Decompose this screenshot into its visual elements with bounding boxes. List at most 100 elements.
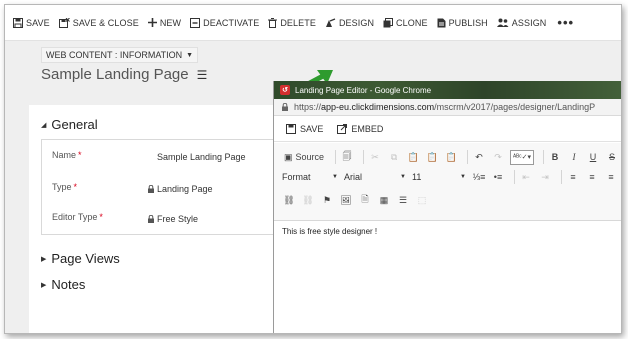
- link-icon[interactable]: ⛓: [282, 193, 296, 207]
- url-path: /mscrm/v2017/pages/designer/LandingP: [434, 102, 596, 112]
- assign-button[interactable]: ASSIGN: [496, 18, 547, 28]
- embed-label: EMBED: [351, 123, 384, 134]
- section-general[interactable]: ◢ General: [41, 117, 98, 132]
- name-field[interactable]: Sample Landing Page: [157, 152, 246, 162]
- delete-button[interactable]: DELETE: [268, 17, 316, 28]
- deactivate-icon: [190, 17, 201, 28]
- address-bar[interactable]: https://app-eu.clickdimensions.com/mscrm…: [274, 99, 621, 116]
- section-notes-label: Notes: [51, 277, 86, 292]
- section-general-label: General: [51, 117, 98, 132]
- image-icon[interactable]: 🖼: [339, 193, 353, 207]
- numbered-list-icon[interactable]: ⅓≡: [472, 170, 486, 184]
- toolbar-separator: [363, 150, 365, 164]
- section-page-views[interactable]: ▶ Page Views: [41, 251, 120, 266]
- field-label-name: Name *: [52, 150, 82, 160]
- more-commands-button[interactable]: •••: [557, 15, 574, 30]
- plus-icon: [147, 18, 157, 27]
- strikethrough-icon[interactable]: S: [605, 150, 619, 164]
- caret-down-icon: ▼: [186, 51, 194, 59]
- document-icon[interactable]: 🗎: [358, 193, 372, 207]
- toolbar-separator: [335, 150, 337, 164]
- underline-icon[interactable]: U: [586, 150, 600, 164]
- design-icon: [325, 17, 336, 27]
- dropdown-arrow-icon: ▼: [332, 174, 338, 180]
- command-bar: SAVE SAVE & CLOSE NEW DEACTIVATE DELETE …: [5, 5, 621, 41]
- horizontal-rule-icon[interactable]: ☰: [396, 193, 410, 207]
- show-blocks-icon[interactable]: ⬚: [415, 193, 429, 207]
- unlink-icon[interactable]: ⛓: [301, 193, 315, 207]
- editor-save-label: SAVE: [300, 123, 324, 134]
- embed-button[interactable]: EMBED: [337, 123, 384, 134]
- chrome-title-bar[interactable]: ↺ Landing Page Editor - Google Chrome: [274, 81, 621, 99]
- editor-save-button[interactable]: SAVE: [286, 123, 324, 134]
- dropdown-arrow-icon: ▼: [400, 174, 406, 180]
- paste-word-icon[interactable]: 📋: [444, 150, 458, 164]
- align-center-icon[interactable]: ≡: [585, 170, 599, 184]
- copy-icon[interactable]: ⧉: [387, 150, 401, 164]
- deactivate-label: DEACTIVATE: [203, 17, 260, 28]
- cut-icon[interactable]: ✂: [368, 150, 382, 164]
- form-selector[interactable]: WEB CONTENT : INFORMATION ▼: [41, 47, 199, 63]
- new-button[interactable]: NEW: [147, 18, 181, 28]
- paste-text-icon[interactable]: 📋: [425, 150, 439, 164]
- editor-type-field: Free Style: [148, 214, 198, 224]
- embed-icon: [337, 123, 348, 134]
- increase-indent-icon[interactable]: ⇥: [538, 170, 552, 184]
- format-dropdown[interactable]: Format ▼: [282, 170, 340, 184]
- url-prefix: https://: [294, 102, 322, 112]
- toolbar-separator: [514, 170, 515, 184]
- dropdown-arrow-icon: ▼: [460, 174, 466, 180]
- form-type-label: WEB CONTENT : INFORMATION: [46, 50, 183, 60]
- required-marker: *: [99, 212, 103, 222]
- type-field: Landing Page: [148, 184, 213, 194]
- bulleted-list-icon[interactable]: •≡: [491, 170, 505, 184]
- url-host: app-eu.clickdimensions.com: [321, 102, 435, 112]
- paste-icon[interactable]: 📋: [406, 150, 420, 164]
- font-value: Arial: [344, 172, 363, 182]
- font-dropdown[interactable]: Arial ▼: [344, 170, 408, 184]
- anchor-flag-icon[interactable]: ⚑: [320, 193, 334, 207]
- design-button[interactable]: DESIGN: [325, 18, 374, 28]
- save-label: SAVE: [26, 17, 50, 28]
- italic-icon[interactable]: I: [567, 150, 581, 164]
- field-label-type: Type *: [52, 182, 77, 192]
- table-icon[interactable]: ▦: [377, 193, 391, 207]
- save-button[interactable]: SAVE: [13, 17, 50, 28]
- save-close-icon: [58, 17, 70, 28]
- record-title: Sample Landing Page ☰: [41, 66, 207, 83]
- publish-button[interactable]: PUBLISH: [437, 18, 488, 28]
- publish-icon: [437, 18, 446, 27]
- clone-button[interactable]: CLONE: [383, 17, 428, 28]
- required-marker: *: [73, 182, 78, 192]
- name-label: Name: [52, 150, 77, 160]
- collapsed-triangle-icon: ▶: [41, 281, 47, 289]
- save-and-close-button[interactable]: SAVE & CLOSE: [58, 17, 139, 28]
- undo-icon[interactable]: ↶: [472, 150, 486, 164]
- preview-icon[interactable]: 🗐: [340, 150, 354, 164]
- required-marker: *: [78, 150, 82, 160]
- design-label: DESIGN: [338, 17, 375, 28]
- spellcheck-button[interactable]: ᴬᴮᶜ✓▾: [510, 149, 534, 165]
- type-label: Type: [52, 182, 72, 192]
- type-value: Landing Page: [157, 184, 213, 194]
- lock-icon: [148, 215, 154, 223]
- list-menu-icon[interactable]: ☰: [197, 68, 208, 82]
- align-left-icon[interactable]: ≡: [566, 170, 580, 184]
- lock-icon: [148, 185, 154, 193]
- toolbar-separator: [467, 150, 469, 164]
- editor-content[interactable]: This is free style designer !: [282, 227, 377, 236]
- redo-icon[interactable]: ↷: [491, 150, 505, 164]
- source-button[interactable]: ▣ Source: [282, 150, 326, 164]
- deactivate-button[interactable]: DEACTIVATE: [190, 17, 260, 28]
- align-right-icon[interactable]: ≡: [604, 170, 618, 184]
- name-value: Sample Landing Page: [157, 152, 246, 162]
- section-notes[interactable]: ▶ Notes: [41, 277, 85, 292]
- assign-icon: [496, 18, 509, 27]
- section-page-views-label: Page Views: [51, 251, 120, 266]
- toolbar-row-3: ⛓ ⛓ ⚑ 🖼 🗎 ▦ ☰ ⬚: [282, 190, 434, 210]
- format-value: Format: [282, 172, 311, 182]
- bold-icon[interactable]: B: [548, 150, 562, 164]
- editor-type-value: Free Style: [157, 214, 199, 224]
- decrease-indent-icon[interactable]: ⇤: [519, 170, 533, 184]
- font-size-dropdown[interactable]: 11 ▼: [412, 170, 468, 184]
